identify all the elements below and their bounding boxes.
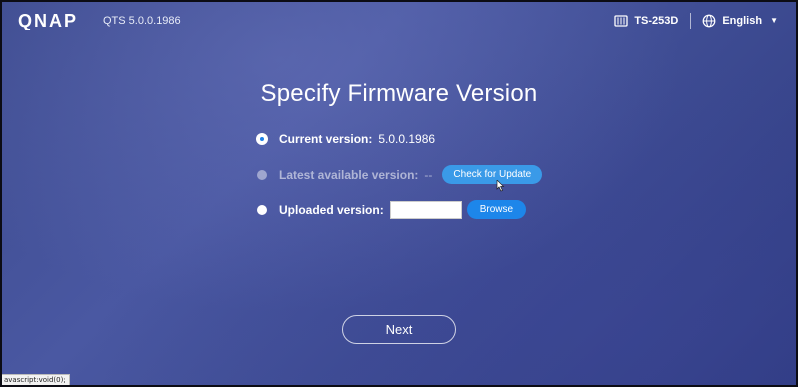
latest-version-radio[interactable] <box>257 169 267 180</box>
page-title: Specify Firmware Version <box>260 80 538 107</box>
current-version-radio[interactable] <box>257 134 267 144</box>
next-button[interactable]: Next <box>342 315 456 344</box>
qts-version: QTS 5.0.0.1986 <box>103 15 181 27</box>
latest-version-label: Latest available version: <box>279 167 419 182</box>
mouse-cursor-icon <box>496 180 505 192</box>
current-version-label: Current version: <box>279 132 373 146</box>
device-model: TS-253D <box>634 15 679 27</box>
latest-version-value: -- <box>424 167 433 182</box>
header-right: TS-253D English ▼ <box>614 13 778 29</box>
browse-button[interactable]: Browse <box>466 200 527 219</box>
uploaded-version-radio[interactable] <box>257 204 267 215</box>
caret-down-icon: ▼ <box>770 16 778 25</box>
browser-status-bar: avascript:void(0); <box>2 374 70 385</box>
uploaded-file-field[interactable] <box>389 200 462 219</box>
current-version-value: 5.0.0.1986 <box>378 132 436 146</box>
nas-icon <box>614 15 628 27</box>
header-divider <box>690 13 692 29</box>
svg-text:QNAP: QNAP <box>18 12 78 30</box>
installer-window: QNAP QTS 5.0.0.1986 TS-253D English ▼ Sp… <box>0 0 798 387</box>
option-uploaded-version[interactable]: Uploaded version: Browse <box>257 200 527 219</box>
language-selector[interactable]: English ▼ <box>702 14 778 28</box>
language-label: English <box>722 15 763 27</box>
option-current-version[interactable]: Current version: 5.0.0.1986 <box>257 132 435 146</box>
check-for-update-button[interactable]: Check for Update <box>442 165 543 184</box>
qnap-logo: QNAP <box>18 12 78 30</box>
uploaded-version-label: Uploaded version: <box>279 202 384 217</box>
globe-icon <box>702 14 716 28</box>
